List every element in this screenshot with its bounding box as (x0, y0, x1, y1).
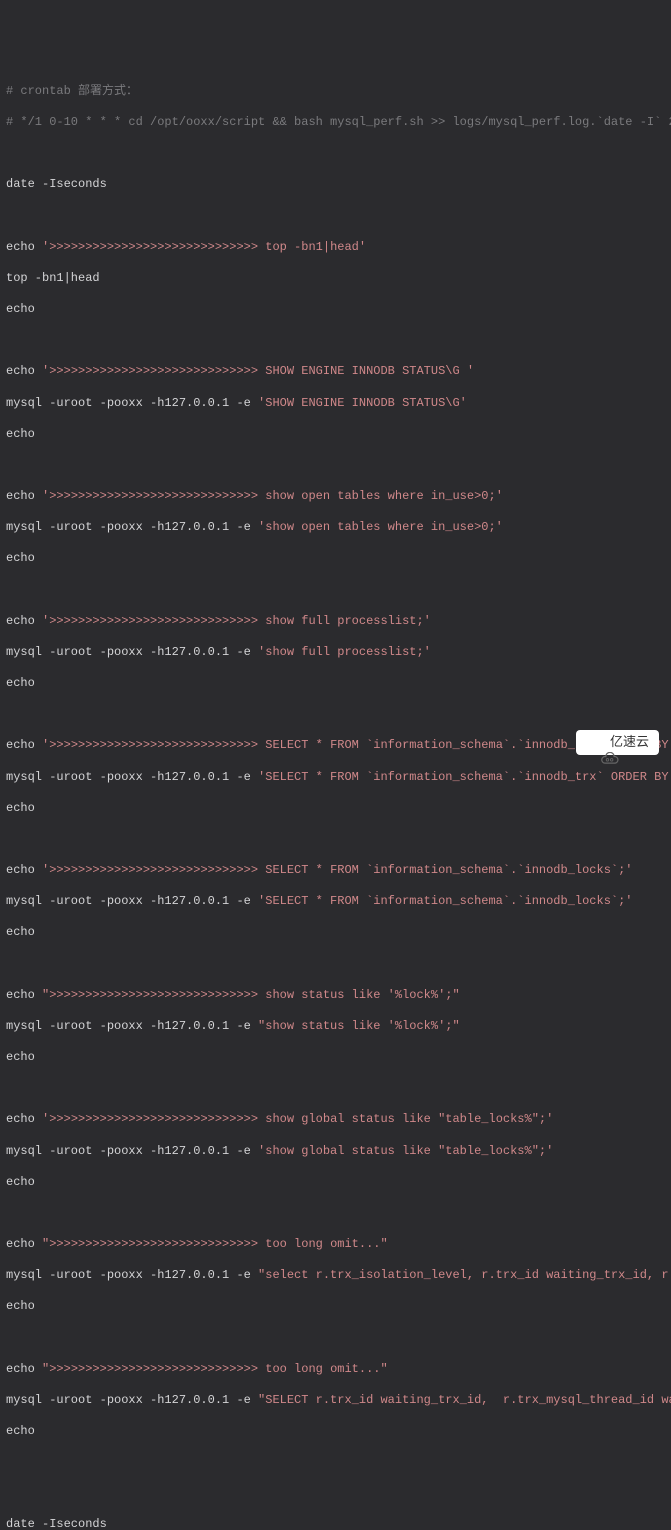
string-text: ">>>>>>>>>>>>>>>>>>>>>>>>>>>>> too long … (42, 1237, 388, 1251)
string-text: '>>>>>>>>>>>>>>>>>>>>>>>>>>>>> show full… (42, 614, 431, 628)
string-text: "SELECT r.trx_id waiting_trx_id, r.trx_m… (258, 1393, 671, 1407)
cmd-text: echo (6, 1050, 35, 1064)
string-text: "show status like '%lock%';" (258, 1019, 460, 1033)
cmd-text: mysql -uroot -pooxx -h127.0.0.1 -e (6, 1144, 258, 1158)
cmd-text: echo (6, 364, 42, 378)
cmd-text: date -Iseconds (6, 1517, 107, 1530)
cmd-text: echo (6, 614, 42, 628)
string-text: 'show full processlist;' (258, 645, 431, 659)
string-text: '>>>>>>>>>>>>>>>>>>>>>>>>>>>>> SELECT * … (42, 863, 633, 877)
cmd-text: mysql -uroot -pooxx -h127.0.0.1 -e (6, 1019, 258, 1033)
cmd-text: echo (6, 1299, 35, 1313)
cmd-text: mysql -uroot -pooxx -h127.0.0.1 -e (6, 1268, 258, 1282)
string-text: 'SHOW ENGINE INNODB STATUS\G' (258, 396, 467, 410)
string-text: "select r.trx_isolation_level, r.trx_id … (258, 1268, 671, 1282)
cmd-text: echo (6, 863, 42, 877)
cmd-text: echo (6, 427, 35, 441)
cmd-text: echo (6, 1112, 42, 1126)
string-text: '>>>>>>>>>>>>>>>>>>>>>>>>>>>>> show glob… (42, 1112, 553, 1126)
string-text: ">>>>>>>>>>>>>>>>>>>>>>>>>>>>> show stat… (42, 988, 460, 1002)
cmd-text: echo (6, 738, 42, 752)
cmd-text: echo (6, 988, 42, 1002)
cmd-text: mysql -uroot -pooxx -h127.0.0.1 -e (6, 894, 258, 908)
cmd-text: echo (6, 801, 35, 815)
string-text: 'show open tables where in_use>0;' (258, 520, 503, 534)
cmd-text: mysql -uroot -pooxx -h127.0.0.1 -e (6, 645, 258, 659)
cmd-text: mysql -uroot -pooxx -h127.0.0.1 -e (6, 396, 258, 410)
cmd-text: echo (6, 925, 35, 939)
string-text: 'SELECT * FROM `information_schema`.`inn… (258, 770, 671, 784)
string-text: '>>>>>>>>>>>>>>>>>>>>>>>>>>>>> show open… (42, 489, 503, 503)
watermark-badge: 亿速云 (576, 730, 659, 755)
cmd-text: echo (6, 1424, 35, 1438)
cmd-text: echo (6, 240, 42, 254)
string-text: '>>>>>>>>>>>>>>>>>>>>>>>>>>>>> top -bn1|… (42, 240, 366, 254)
string-text: 'SELECT * FROM `information_schema`.`inn… (258, 894, 632, 908)
cmd-text: echo (6, 302, 35, 316)
string-text: '>>>>>>>>>>>>>>>>>>>>>>>>>>>>> SHOW ENGI… (42, 364, 474, 378)
cmd-text: mysql -uroot -pooxx -h127.0.0.1 -e (6, 1393, 258, 1407)
cmd-text: echo (6, 489, 42, 503)
cmd-text: mysql -uroot -pooxx -h127.0.0.1 -e (6, 770, 258, 784)
cmd-text: echo (6, 1237, 42, 1251)
cmd-text: echo (6, 551, 35, 565)
cmd-text: echo (6, 1362, 42, 1376)
cmd-text: echo (6, 676, 35, 690)
cloud-icon (586, 736, 606, 750)
string-text: ">>>>>>>>>>>>>>>>>>>>>>>>>>>>> too long … (42, 1362, 388, 1376)
cmd-text: echo (6, 1175, 35, 1189)
watermark-text: 亿速云 (610, 734, 649, 751)
cmd-text: mysql -uroot -pooxx -h127.0.0.1 -e (6, 520, 258, 534)
cmd-text: date -Iseconds (6, 177, 107, 191)
string-text: 'show global status like "table_locks%";… (258, 1144, 553, 1158)
cmd-text: top -bn1|head (6, 271, 100, 285)
code-block: # crontab 部署方式： # */1 0-10 * * * cd /opt… (6, 68, 665, 1530)
comment-line: # crontab 部署方式： (6, 84, 138, 98)
comment-line: # */1 0-10 * * * cd /opt/ooxx/script && … (6, 115, 671, 129)
